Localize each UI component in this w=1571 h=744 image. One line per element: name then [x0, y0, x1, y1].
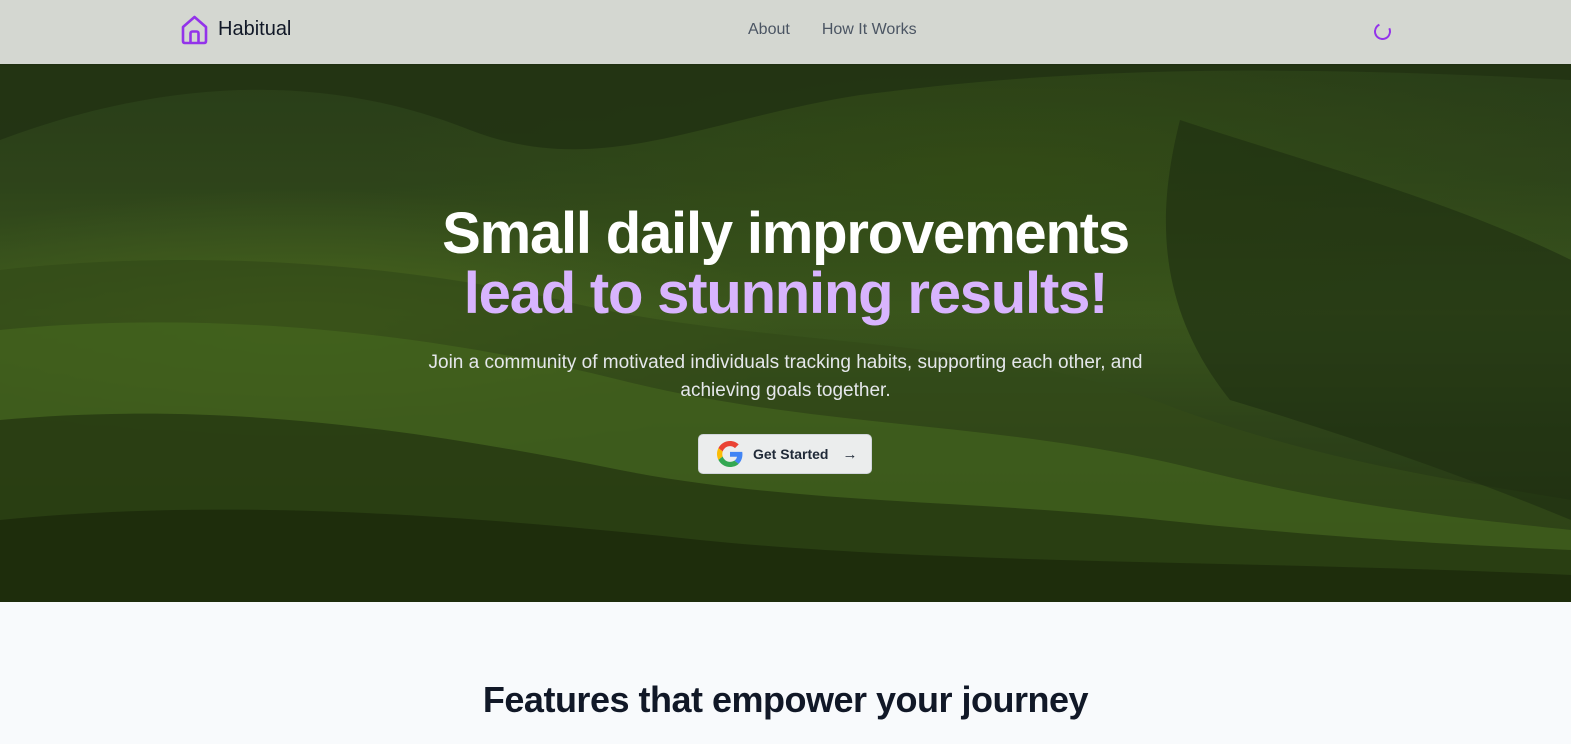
home-icon: [181, 15, 208, 45]
get-started-label: Get Started: [753, 446, 829, 462]
hero-subtitle: Join a community of motivated individual…: [428, 352, 1143, 401]
google-icon: [717, 441, 743, 467]
brand-name: Habitual: [218, 18, 292, 40]
hero-headline: Small daily improvements lead to stunnin…: [0, 204, 1571, 324]
hero-content: Small daily improvements lead to stunnin…: [0, 204, 1571, 405]
nav-links: About How It Works: [748, 21, 917, 39]
headline-line-2: lead to stunning results!: [463, 261, 1109, 326]
loading-spinner-icon: [1371, 20, 1394, 43]
nav-link-about[interactable]: About: [748, 21, 790, 39]
features-section-title: Features that empower your journey: [482, 679, 1089, 720]
headline-line-1: Small daily improvements: [442, 201, 1130, 266]
top-navbar: Habitual About How It Works: [0, 0, 1571, 64]
get-started-button[interactable]: Get Started →: [698, 434, 872, 474]
nav-link-how-it-works[interactable]: How It Works: [822, 21, 917, 39]
brand-logo[interactable]: Habitual: [180, 14, 291, 45]
arrow-right-icon: →: [842, 445, 858, 463]
